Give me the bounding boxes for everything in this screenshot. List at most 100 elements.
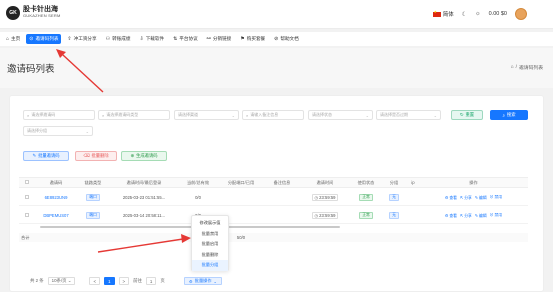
nav-transfer[interactable]: ⚇ 转账成绩 bbox=[103, 34, 134, 44]
expire-time-picker[interactable]: ◷ 23:59:59 bbox=[311, 212, 339, 219]
pagination: 共 2 条 10条/页 ⌄ < 1 > 前往 1 页 bbox=[30, 277, 165, 285]
nav-links[interactable]: ⚯ 分销链接 bbox=[204, 34, 235, 44]
page-size-select[interactable]: 10条/页 ⌄ bbox=[47, 277, 76, 285]
language-switch[interactable]: 简体 bbox=[432, 10, 454, 18]
status-badge: 正常 bbox=[359, 194, 373, 201]
share-link[interactable]: ⇱ 分享 bbox=[460, 195, 472, 201]
search-button[interactable]: ⌕ 搜索 bbox=[490, 110, 528, 120]
filter-expired[interactable]: 请选择是否过期 ⌄ bbox=[376, 110, 441, 120]
group-tag: 无 bbox=[389, 212, 399, 219]
col-code[interactable]: 邀请码 bbox=[35, 180, 77, 186]
filter-channel[interactable]: 请选择渠道 ⌄ bbox=[174, 110, 239, 120]
reward-icon: ⚑ bbox=[240, 36, 245, 42]
home-icon[interactable]: ⌂ bbox=[511, 65, 514, 70]
invite-code-link[interactable]: 6E8923UN9 bbox=[35, 195, 77, 200]
invite-icon: ⊙ bbox=[29, 36, 34, 42]
search-icon: ⌕ bbox=[502, 112, 505, 118]
menu-item-batch-disable[interactable]: 批量禁用 bbox=[192, 229, 228, 240]
time-cell: 2025-03-14 20:58:11... bbox=[122, 213, 166, 218]
goto-page-input[interactable]: 1 bbox=[145, 277, 157, 285]
disable-link[interactable]: ⊘ 禁用 bbox=[490, 195, 502, 201]
home-icon: ⌂ bbox=[6, 36, 10, 42]
table-row[interactable]: 6E8923UN9 端口 2025-03-23 01:51:55... 0/0 … bbox=[19, 190, 528, 206]
nav-help[interactable]: ⊘ 帮助文档 bbox=[271, 34, 302, 44]
row-actions: ⚙ 查看 ⇱ 分享 ✎ 编辑 ⊘ 禁用 bbox=[419, 213, 528, 219]
type-tag: 端口 bbox=[86, 194, 100, 201]
nav-download[interactable]: ⇩ 下载软件 bbox=[136, 34, 167, 44]
trash-icon: ⌫ bbox=[83, 153, 90, 158]
view-link[interactable]: ⚙ 查看 bbox=[445, 213, 457, 219]
page-title: 邀请码列表 bbox=[7, 64, 55, 75]
logo[interactable]: GK 股卡针出海 GUKAZHEN SERM bbox=[6, 6, 61, 20]
filter-code[interactable]: ⌕ 请选择邀请码 bbox=[23, 110, 95, 120]
share-link[interactable]: ⇱ 分享 bbox=[460, 213, 472, 219]
disable-link[interactable]: ⊘ 禁用 bbox=[490, 213, 502, 219]
table-row[interactable]: DBPEMUS07 端口 2025-03-14 20:58:11... 0/0 … bbox=[19, 208, 528, 224]
group-tag: 无 bbox=[389, 194, 399, 201]
download-icon: ⇩ bbox=[139, 36, 144, 42]
generate-code-button[interactable]: ⊕ 生成邀请码 bbox=[121, 151, 167, 161]
logo-mark: GK bbox=[6, 6, 20, 20]
next-page-button[interactable]: > bbox=[118, 277, 130, 285]
edit-link[interactable]: ✎ 编辑 bbox=[475, 195, 487, 201]
top-right-tools: 简体 ☾ ☼ 0.00 $0 bbox=[432, 8, 527, 20]
filter-status[interactable]: 请选择状态 ⌄ bbox=[308, 110, 373, 120]
share-icon: ⇧ bbox=[67, 36, 72, 42]
menu-item-batch-delete[interactable]: 批量删除 bbox=[192, 250, 228, 261]
col-status[interactable]: 使用状态 bbox=[351, 180, 381, 186]
batch-actions-button[interactable]: ⚙ 批量操作 ⌄ bbox=[184, 277, 223, 285]
batch-invite-button[interactable]: ✎ 批量邀请码 bbox=[23, 151, 69, 161]
view-link[interactable]: ⚙ 查看 bbox=[445, 195, 457, 201]
nav-home[interactable]: ⌂ 主页 bbox=[3, 34, 23, 44]
menu-item-batch-enable[interactable]: 批量启用 bbox=[192, 239, 228, 250]
total-label: 合计 bbox=[21, 234, 30, 240]
edit-icon: ✎ bbox=[32, 153, 37, 158]
page-unit-label: 页 bbox=[160, 278, 165, 283]
menu-item-batch-group[interactable]: 批量分组 bbox=[192, 260, 228, 271]
refresh-icon: ↻ bbox=[459, 112, 464, 117]
top-bar: GK 股卡针出海 GUKAZHEN SERM 简体 ☾ ☼ 0.00 $0 bbox=[0, 0, 553, 29]
row-checkbox[interactable] bbox=[25, 213, 29, 217]
row-actions: ⚙ 查看 ⇱ 分享 ✎ 编辑 ⊘ 禁用 bbox=[419, 195, 528, 201]
col-expire[interactable]: 邀请时间 bbox=[299, 180, 351, 186]
row-checkbox[interactable] bbox=[25, 195, 29, 199]
expire-time-picker[interactable]: ◷ 23:59:59 bbox=[311, 194, 339, 201]
main-nav: ⌂ 主页 ⊙ 邀请码列表 ⇧ 冲工资分享 ⚇ 转账成绩 ⇩ 下载软件 ⇅ 平台协议 ⚯ 分销链… bbox=[0, 32, 553, 46]
moon-icon[interactable]: ☾ bbox=[462, 11, 467, 18]
col-type[interactable]: 链路类型 bbox=[77, 180, 109, 186]
chevron-down-icon: ⌄ bbox=[67, 278, 72, 283]
search-icon: ⌕ bbox=[246, 112, 249, 118]
nav-platform[interactable]: ⇅ 平台协议 bbox=[170, 34, 201, 44]
menu-item-edit-display[interactable]: 修改展示值 bbox=[192, 218, 228, 229]
filter-group[interactable]: 请选择分组 ⌄ bbox=[23, 126, 93, 136]
col-ip[interactable]: ip bbox=[407, 180, 419, 185]
avatar[interactable] bbox=[515, 8, 527, 20]
col-time[interactable]: 邀请时间/最后登录 bbox=[109, 180, 179, 186]
edit-link[interactable]: ✎ 编辑 bbox=[475, 213, 487, 219]
chevron-down-icon: ⌄ bbox=[213, 278, 218, 284]
filter-type[interactable]: ⌕ 请选择邀请码类型 bbox=[98, 110, 170, 120]
nav-share[interactable]: ⇧ 冲工资分享 bbox=[64, 34, 99, 44]
filter-remark[interactable]: ⌕ 请输入备注信息 bbox=[242, 110, 304, 120]
col-port[interactable]: 分配端口/已用 bbox=[217, 180, 265, 186]
select-all-checkbox[interactable] bbox=[25, 180, 29, 184]
list-icon: ⚙ bbox=[189, 278, 193, 284]
col-group[interactable]: 分组 bbox=[381, 180, 407, 186]
invite-code-link[interactable]: DBPEMUS07 bbox=[35, 213, 77, 218]
status-badge: 正常 bbox=[359, 212, 373, 219]
prev-page-button[interactable]: < bbox=[89, 277, 101, 285]
china-flag-icon bbox=[432, 10, 441, 17]
sun-icon[interactable]: ☼ bbox=[475, 11, 481, 17]
reset-button[interactable]: ↻ 重置 bbox=[451, 110, 483, 120]
table-horizontal-scrollbar[interactable] bbox=[40, 226, 340, 228]
nav-packages[interactable]: ⚑ 购买套餐 bbox=[237, 34, 268, 44]
nav-invite-list[interactable]: ⊙ 邀请码列表 bbox=[26, 34, 62, 44]
help-icon: ⊘ bbox=[274, 36, 279, 42]
language-label: 简体 bbox=[442, 12, 454, 18]
batch-delete-button[interactable]: ⌫ 批量删除 bbox=[75, 151, 117, 161]
page-number-current[interactable]: 1 bbox=[104, 277, 115, 285]
col-remark[interactable]: 备注信息 bbox=[265, 180, 299, 186]
chevron-down-icon: ⌄ bbox=[85, 128, 89, 134]
col-valid[interactable]: 当前/总有效 bbox=[179, 180, 217, 186]
chevron-down-icon: ⌄ bbox=[365, 112, 369, 118]
